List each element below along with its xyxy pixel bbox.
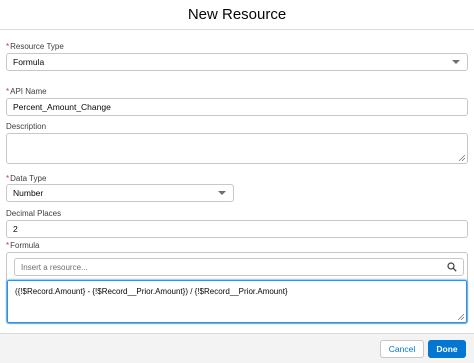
api-name-value: Percent_Amount_Change	[13, 102, 111, 112]
resource-type-select[interactable]: Formula	[6, 53, 468, 71]
formula-expression-value: ({!$Record.Amount} - {!$Record__Prior.Am…	[15, 287, 288, 296]
modal-footer: Cancel Done	[0, 333, 474, 363]
resource-search-placeholder: Insert a resource...	[21, 262, 88, 272]
modal-title: New Resource	[187, 6, 287, 23]
chevron-down-icon	[218, 191, 226, 195]
decimal-places-input[interactable]: 2	[6, 220, 468, 238]
formula-expression-textarea[interactable]: ({!$Record.Amount} - {!$Record__Prior.Am…	[7, 280, 467, 323]
modal-header: New Resource	[0, 0, 474, 30]
description-label: Description	[6, 122, 47, 131]
done-button[interactable]: Done	[428, 340, 466, 358]
resize-grip-icon[interactable]	[458, 314, 464, 320]
api-name-label: *API Name	[6, 87, 47, 96]
description-textarea[interactable]	[6, 133, 468, 164]
modal-body: *Resource Type Formula *API Name Percent…	[0, 31, 474, 333]
data-type-label: *Data Type	[6, 174, 47, 183]
chevron-down-icon	[452, 60, 460, 64]
resource-type-value: Formula	[13, 57, 45, 67]
resource-search-input[interactable]: Insert a resource...	[14, 258, 464, 276]
required-marker: *	[6, 241, 10, 250]
resize-grip-icon[interactable]	[459, 155, 465, 161]
formula-editor: Insert a resource... ({!$Record.Amount} …	[6, 252, 468, 324]
data-type-value: Number	[13, 188, 44, 198]
api-name-input[interactable]: Percent_Amount_Change	[6, 98, 468, 116]
formula-label: *Formula	[6, 241, 40, 250]
required-marker: *	[6, 87, 10, 96]
required-marker: *	[6, 174, 10, 183]
decimal-places-label: Decimal Places	[6, 209, 62, 218]
data-type-select[interactable]: Number	[6, 184, 234, 202]
required-marker: *	[6, 42, 10, 51]
cancel-button[interactable]: Cancel	[380, 340, 424, 358]
resource-type-label: *Resource Type	[6, 42, 64, 51]
search-icon[interactable]	[447, 262, 457, 272]
decimal-places-value: 2	[13, 224, 18, 234]
